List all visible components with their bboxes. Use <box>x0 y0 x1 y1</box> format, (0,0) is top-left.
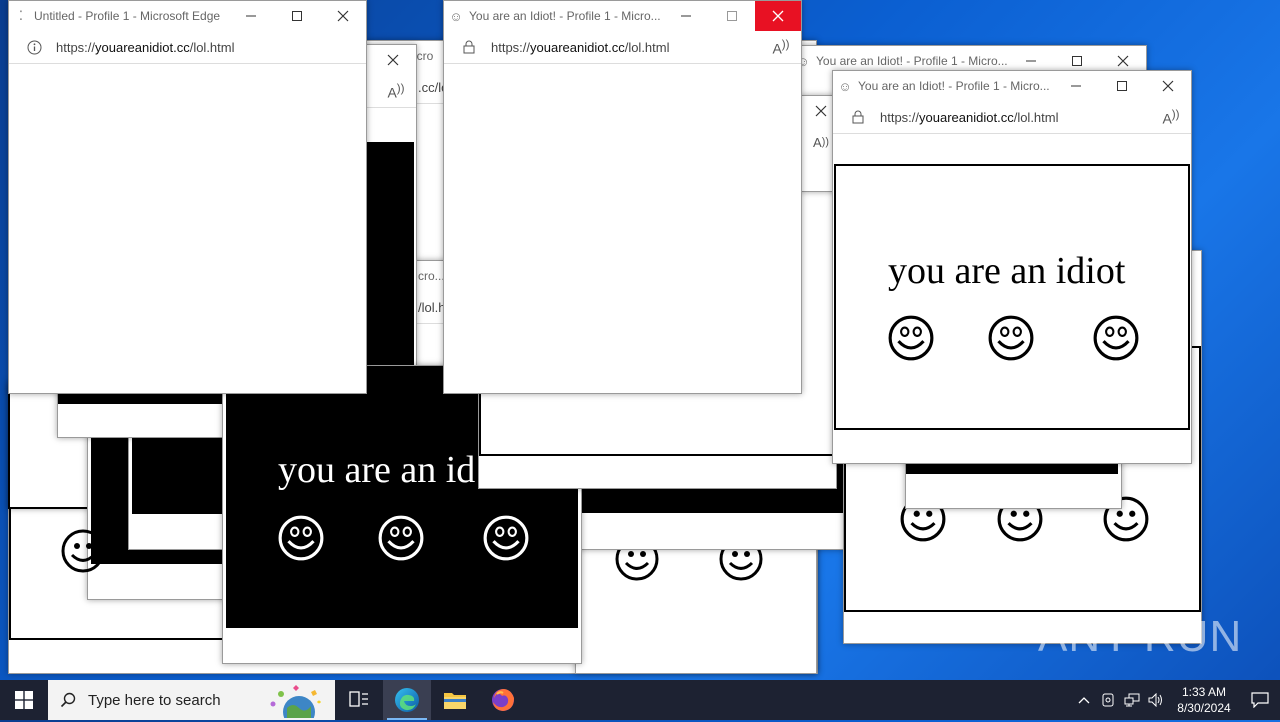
browser-window-untitled[interactable]: ⁚ Untitled - Profile 1 - Microsoft Edge … <box>8 0 367 394</box>
info-icon[interactable] <box>26 40 42 55</box>
close-icon <box>387 54 399 66</box>
read-aloud-icon[interactable]: A)) <box>376 82 416 101</box>
start-button[interactable] <box>0 680 48 720</box>
close-icon <box>1117 55 1129 67</box>
read-aloud-icon[interactable]: A)) <box>1151 108 1191 127</box>
maximize-icon <box>727 11 737 21</box>
close-icon <box>337 10 349 22</box>
minimize-icon <box>1026 60 1036 62</box>
smiley-icon <box>378 515 424 561</box>
idiot-message: you are an idiot <box>888 250 1126 292</box>
edge-taskbar-button[interactable] <box>383 680 431 720</box>
smiley-icon <box>888 315 934 361</box>
taskbar: Type here to search 1:33 AM 8/30/2024 <box>0 680 1280 722</box>
title-bar: ⁚ Untitled - Profile 1 - Microsoft Edge <box>9 1 366 31</box>
watermark: ANY RUN <box>1038 612 1243 661</box>
search-placeholder: Type here to search <box>88 691 221 709</box>
earth-decoration-icon <box>265 682 329 722</box>
address-bar[interactable]: https://youareanidiot.cc/lol.html A)) <box>444 31 801 64</box>
idiot-message: you are an id <box>278 449 476 491</box>
close-button[interactable] <box>1145 71 1191 101</box>
maximize-button[interactable] <box>709 1 755 31</box>
firefox-icon <box>492 689 514 711</box>
title-bar: ☺ You are an Idiot! - Profile 1 - Micro.… <box>444 1 801 31</box>
url-text: https://youareanidiot.cc/lol.html <box>880 109 1059 125</box>
minimize-button[interactable] <box>663 1 709 31</box>
browser-window-right-front[interactable]: ☺ You are an Idiot! - Profile 1 - Micro.… <box>832 70 1192 464</box>
windows-logo-icon <box>15 691 33 709</box>
close-button[interactable] <box>755 1 801 31</box>
address-bar[interactable]: https://youareanidiot.cc/lol.html A)) <box>833 101 1191 134</box>
task-view-button[interactable] <box>335 680 383 720</box>
task-view-icon <box>349 691 368 707</box>
close-icon <box>1162 80 1174 92</box>
close-button[interactable] <box>370 45 416 75</box>
search-icon <box>48 692 88 708</box>
notification-icon <box>1251 692 1269 708</box>
url-text: https://youareanidiot.cc/lol.html <box>491 39 670 55</box>
page-panel <box>834 164 1190 430</box>
minimize-icon <box>1071 85 1081 87</box>
device-icon[interactable] <box>1096 693 1120 707</box>
minimize-button[interactable] <box>228 1 274 31</box>
network-icon[interactable] <box>1120 693 1144 707</box>
minimize-button[interactable] <box>1053 71 1099 101</box>
file-explorer-button[interactable] <box>431 680 479 720</box>
smiley-icon <box>61 529 105 573</box>
smiley-favicon-icon: ☺ <box>838 78 852 94</box>
close-button[interactable] <box>320 1 366 31</box>
clock[interactable]: 1:33 AM 8/30/2024 <box>1168 684 1240 716</box>
chevron-up-icon[interactable] <box>1072 696 1096 704</box>
firefox-button[interactable] <box>479 680 527 720</box>
loading-icon: ⁚ <box>18 8 24 23</box>
volume-icon[interactable] <box>1144 693 1168 707</box>
read-aloud-icon[interactable]: A)) <box>761 38 801 57</box>
system-tray: 1:33 AM 8/30/2024 <box>1072 680 1280 720</box>
close-icon <box>772 10 784 22</box>
maximize-icon <box>292 11 302 21</box>
window-title: You are an Idiot! - Profile 1 - Micro... <box>469 9 661 23</box>
address-bar[interactable]: https://youareanidiot.cc/lol.html <box>9 31 366 64</box>
notification-button[interactable] <box>1240 692 1280 708</box>
maximize-icon <box>1117 81 1127 91</box>
window-title: You are an Idiot! - Profile 1 - Micro... <box>858 79 1050 93</box>
folder-icon <box>444 693 466 709</box>
maximize-button[interactable] <box>274 1 320 31</box>
clock-date: 8/30/2024 <box>1177 701 1231 715</box>
url-text: https://youareanidiot.cc/lol.html <box>56 39 235 55</box>
smiley-icon <box>483 515 529 561</box>
window-title: You are an Idiot! - Profile 1 - Micro... <box>816 54 1008 68</box>
edge-icon <box>395 688 419 712</box>
close-icon <box>815 105 827 117</box>
maximize-icon <box>1072 56 1082 66</box>
minimize-icon <box>681 15 691 17</box>
smiley-icon <box>988 315 1034 361</box>
window-title: Untitled - Profile 1 - Microsoft Edge <box>34 9 221 23</box>
minimize-icon <box>246 15 256 17</box>
search-box[interactable]: Type here to search <box>48 680 335 722</box>
browser-window-front-center[interactable]: ☺ You are an Idiot! - Profile 1 - Micro.… <box>443 0 802 394</box>
smiley-favicon-icon: ☺ <box>449 8 463 24</box>
lock-icon[interactable] <box>850 110 866 124</box>
smiley-icon <box>278 515 324 561</box>
lock-icon[interactable] <box>461 40 477 54</box>
smiley-icon <box>1093 315 1139 361</box>
clock-time: 1:33 AM <box>1181 685 1227 699</box>
maximize-button[interactable] <box>1099 71 1145 101</box>
title-bar: ☺ You are an Idiot! - Profile 1 - Micro.… <box>833 71 1191 101</box>
desktop: icro .cc/lo cro... /lol.h A)) you are an… <box>0 0 1280 680</box>
